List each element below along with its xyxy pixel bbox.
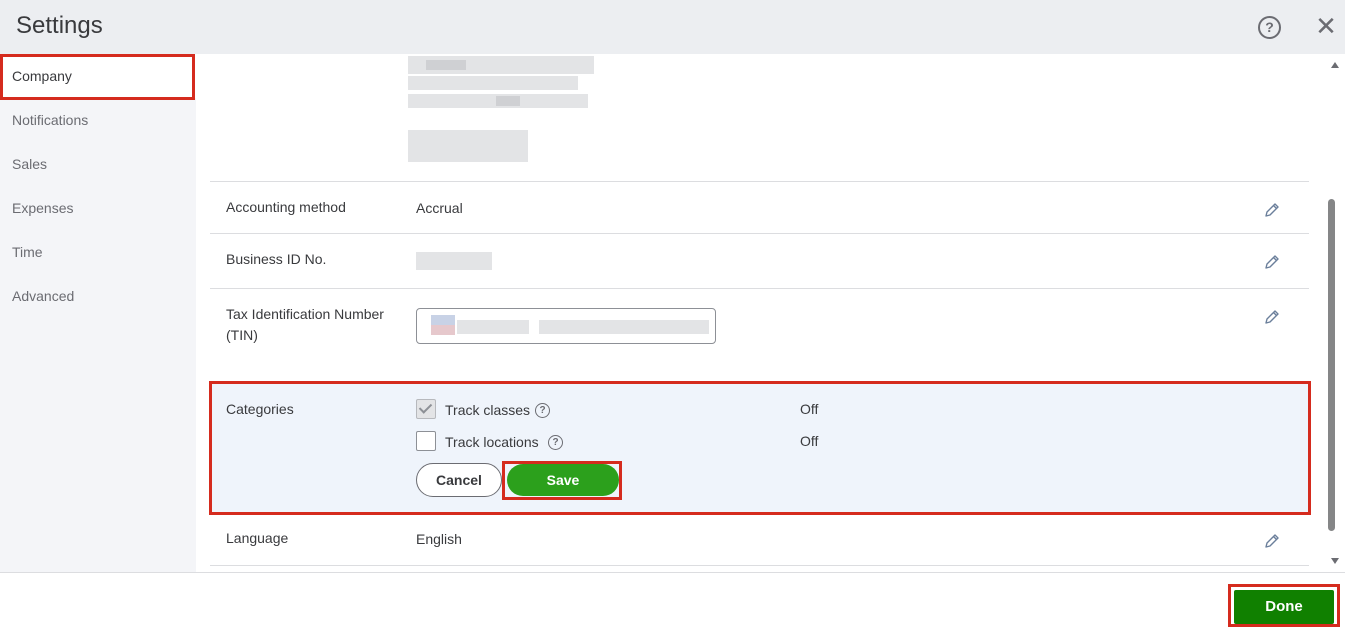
done-button[interactable]: Done (1234, 590, 1334, 624)
accounting-method-value: Accrual (416, 200, 463, 216)
sidebar-item-time[interactable]: Time (0, 230, 196, 274)
redacted-text (408, 76, 578, 90)
sidebar-item-sales[interactable]: Sales (0, 142, 196, 186)
settings-footer (0, 572, 1345, 636)
language-label: Language (226, 530, 289, 546)
business-id-label: Business ID No. (226, 251, 327, 267)
scroll-down-arrow-icon[interactable] (1331, 558, 1339, 564)
row-divider (210, 288, 1309, 289)
scrollbar-thumb[interactable] (1328, 199, 1335, 531)
content-scrollbar[interactable] (1326, 54, 1345, 572)
redacted-text (426, 60, 466, 70)
track-locations-label: Track locations (445, 434, 539, 450)
redacted-text (431, 325, 455, 335)
categories-label: Categories (226, 401, 294, 417)
row-divider (210, 233, 1309, 234)
track-classes-label: Track classes (445, 402, 531, 418)
tin-field[interactable] (416, 308, 716, 344)
edit-pencil-icon[interactable] (1262, 252, 1282, 272)
sidebar-item-advanced[interactable]: Advanced (0, 274, 196, 318)
edit-pencil-icon[interactable] (1262, 200, 1282, 220)
redacted-text (408, 130, 528, 162)
track-classes-checkbox[interactable] (416, 399, 436, 419)
checkmark-icon (418, 400, 433, 414)
settings-title: Settings (16, 12, 103, 39)
row-divider (210, 565, 1309, 566)
help-question-icon[interactable]: ? (535, 403, 550, 418)
track-locations-status: Off (800, 433, 819, 449)
help-icon[interactable]: ? (1258, 16, 1281, 39)
sidebar-item-notifications[interactable]: Notifications (0, 98, 196, 142)
settings-sidebar: Company Notifications Sales Expenses Tim… (0, 54, 196, 572)
sidebar-item-expenses[interactable]: Expenses (0, 186, 196, 230)
track-locations-checkbox[interactable] (416, 431, 436, 451)
cancel-button[interactable]: Cancel (416, 463, 502, 497)
accounting-method-label: Accounting method (226, 199, 346, 215)
help-question-icon[interactable]: ? (548, 435, 563, 450)
track-classes-status: Off (800, 401, 819, 417)
company-settings-panel: Accounting method Accrual Business ID No… (196, 54, 1326, 572)
redacted-business-id (416, 252, 492, 270)
edit-pencil-icon[interactable] (1262, 531, 1282, 551)
redacted-text (431, 315, 455, 325)
close-icon[interactable]: ✕ (1314, 13, 1338, 39)
scroll-up-arrow-icon[interactable] (1331, 62, 1339, 68)
redacted-text (496, 96, 520, 106)
sidebar-item-company[interactable]: Company (0, 54, 196, 98)
settings-header: Settings ? ✕ (0, 0, 1345, 54)
row-divider (210, 181, 1309, 182)
edit-pencil-icon[interactable] (1262, 307, 1282, 327)
redacted-text (457, 320, 529, 334)
redacted-text (539, 320, 709, 334)
language-value: English (416, 531, 462, 547)
tin-label: Tax Identification Number (TIN) (226, 306, 384, 343)
save-button[interactable]: Save (507, 464, 619, 496)
categories-section (210, 383, 1309, 515)
